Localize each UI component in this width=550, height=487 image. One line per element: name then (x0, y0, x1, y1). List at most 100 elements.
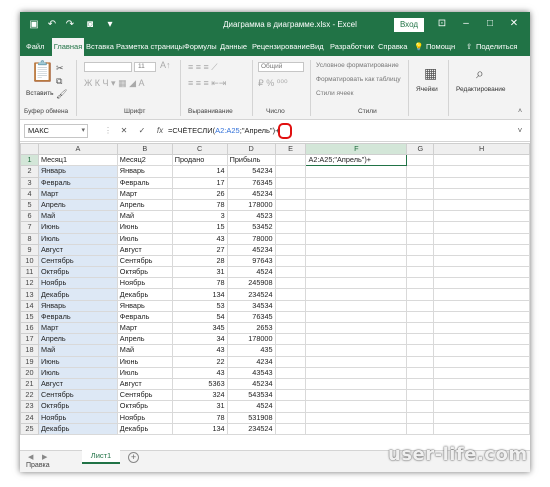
grid-cell[interactable] (274, 266, 307, 279)
grid-cell[interactable]: 78000 (226, 232, 276, 245)
grid-cell[interactable]: 43 (171, 232, 228, 245)
grid-cell[interactable]: 43 (171, 366, 228, 379)
grid-cell[interactable]: 17 (171, 176, 228, 189)
grid-cell[interactable] (433, 277, 530, 290)
grid-cell[interactable]: 5363 (171, 377, 228, 391)
grid-cell[interactable] (406, 333, 435, 346)
grid-cell[interactable] (305, 411, 408, 424)
grid-cell[interactable] (433, 165, 530, 178)
grid-cell[interactable]: 435 (226, 344, 276, 357)
tab-review[interactable]: Рецензирование (252, 38, 310, 56)
row-header[interactable]: 14 (20, 299, 39, 312)
cells-button[interactable]: Ячейки (416, 86, 438, 93)
grid-cell[interactable] (406, 389, 435, 402)
grid-cell[interactable] (305, 232, 408, 245)
grid-cell[interactable]: 26 (171, 187, 228, 200)
grid-cell[interactable]: 34534 (226, 299, 276, 312)
grid-cell[interactable] (274, 243, 307, 256)
grid-cell[interactable]: Декабрь (37, 288, 118, 301)
lightbulb-icon[interactable]: 💡 (414, 38, 423, 56)
grid-cell[interactable] (433, 266, 530, 279)
editing-button[interactable]: Редактирование (456, 86, 506, 93)
grid-cell[interactable]: 234524 (226, 288, 276, 301)
grid-cell[interactable]: 245908 (226, 277, 276, 290)
grid-cell[interactable]: 78 (171, 198, 228, 212)
column-header[interactable]: E (274, 143, 307, 156)
save-icon[interactable]: ▣ (28, 19, 40, 31)
grid-cell[interactable] (305, 198, 408, 212)
font-name-box[interactable] (84, 62, 132, 72)
grid-cell[interactable] (406, 165, 435, 178)
chevron-down-icon[interactable]: ▾ (81, 125, 85, 137)
grid-cell[interactable]: Август (116, 243, 173, 256)
grid-cell[interactable] (433, 221, 530, 234)
grid-cell[interactable]: Продано (171, 154, 228, 167)
grid-cell[interactable]: Октябрь (37, 400, 118, 413)
minimize-icon[interactable]: – (460, 18, 472, 30)
row-header[interactable]: 9 (20, 243, 39, 256)
grid-cell[interactable] (305, 344, 408, 357)
maximize-icon[interactable]: □ (484, 18, 496, 30)
grid-cell[interactable] (406, 266, 435, 279)
grid-cell[interactable] (274, 254, 307, 268)
grid-cell[interactable] (406, 210, 435, 223)
grid-cell[interactable] (433, 422, 530, 435)
grid-cell[interactable]: Июнь (37, 355, 118, 368)
cell-styles-button[interactable]: Стили ячеек (316, 90, 354, 97)
grid-cell[interactable] (433, 299, 530, 312)
grid-cell[interactable] (305, 187, 408, 200)
grid-cell[interactable] (433, 187, 530, 200)
enter-icon[interactable]: ✓ (136, 124, 148, 138)
collapse-ribbon-icon[interactable]: ˄ (518, 108, 522, 115)
tab-home[interactable]: Главная (52, 38, 84, 56)
grid-cell[interactable] (305, 288, 408, 301)
grid-cell[interactable]: 54234 (226, 165, 276, 178)
percent-icon[interactable]: ₽ % ⁰⁰⁰ (258, 78, 288, 89)
grid-cell[interactable] (274, 389, 307, 402)
tell-me-label[interactable]: Помощн (426, 38, 455, 56)
grid-cell[interactable] (406, 411, 435, 424)
grid-cell[interactable] (274, 210, 307, 223)
grid-cell[interactable]: Февраль (116, 176, 173, 189)
close-icon[interactable]: ✕ (508, 18, 520, 30)
grid-cell[interactable] (406, 355, 435, 368)
grid-cell[interactable]: 134 (171, 422, 228, 435)
grid-cell[interactable] (305, 366, 408, 379)
grid-cell[interactable] (433, 232, 530, 245)
row-header[interactable]: 21 (20, 377, 39, 391)
grid-cell[interactable] (433, 411, 530, 424)
grid-cell[interactable]: Июль (37, 366, 118, 379)
grid-cell[interactable]: Апрель (37, 198, 118, 212)
grid-cell[interactable]: Декабрь (116, 422, 173, 435)
grid-cell[interactable] (305, 310, 408, 324)
grid-cell[interactable] (274, 176, 307, 189)
grid-cell[interactable] (274, 422, 307, 435)
grid-cell[interactable]: Июль (37, 232, 118, 245)
ribbon-display-icon[interactable]: ⊡ (436, 18, 448, 30)
row-header[interactable]: 13 (20, 288, 39, 301)
grid-cell[interactable] (305, 266, 408, 279)
worksheet-grid[interactable]: A B C D E F G H 1 Месяц1 Месяц2 Продано Приб… (20, 143, 530, 451)
tab-developer[interactable]: Разработчик (330, 38, 374, 56)
grid-cell[interactable]: Февраль (37, 176, 118, 189)
grid-cell[interactable] (305, 243, 408, 256)
grid-cell[interactable]: Ноябрь (116, 277, 173, 290)
grid-cell[interactable] (433, 355, 530, 368)
grid-cell[interactable]: 2653 (226, 321, 276, 335)
share-button[interactable]: Поделиться (476, 38, 517, 56)
grid-cell[interactable]: Декабрь (116, 288, 173, 301)
grid-cell[interactable]: 234524 (226, 422, 276, 435)
grid-cell[interactable]: Октябрь (116, 400, 173, 413)
grid-cell[interactable]: Август (37, 243, 118, 256)
grid-cell[interactable] (274, 187, 307, 200)
format-as-table-button[interactable]: Форматировать как таблицу (316, 76, 401, 83)
tab-formulas[interactable]: Формулы (184, 38, 217, 56)
grid-cell[interactable] (274, 366, 307, 379)
grid-cell[interactable] (274, 198, 307, 212)
tab-page-layout[interactable]: Разметка страницы (116, 38, 184, 56)
search-icon[interactable]: ⌕ (476, 66, 484, 80)
grid-cell[interactable] (433, 377, 530, 391)
grid-cell[interactable] (305, 333, 408, 346)
column-header[interactable]: D (226, 143, 276, 156)
grid-cell[interactable]: Октябрь (37, 266, 118, 279)
